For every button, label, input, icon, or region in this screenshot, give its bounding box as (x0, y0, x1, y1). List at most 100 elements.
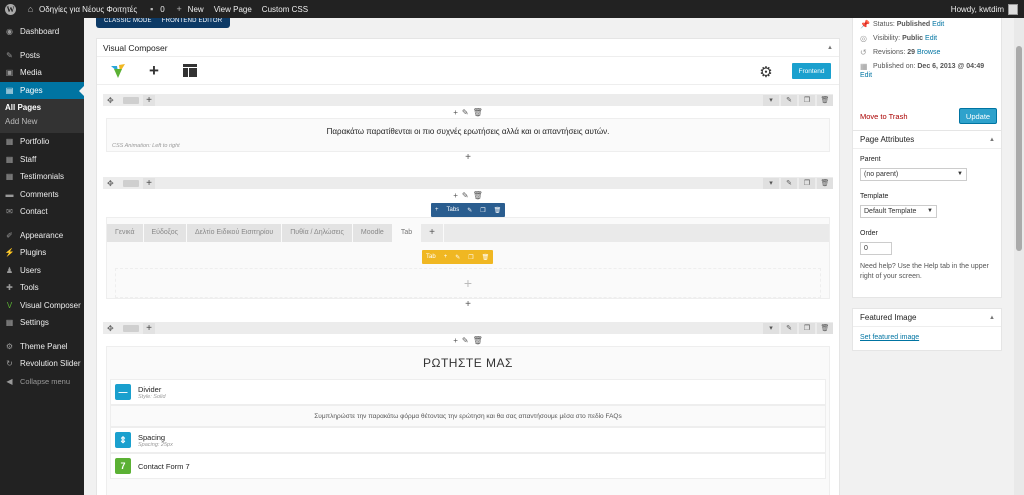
drag-handle-icon[interactable]: ✥ (107, 324, 117, 333)
menu-revolution-slider[interactable]: ↻ Revolution Slider (0, 355, 84, 373)
clone-tabs-icon[interactable]: ❐ (476, 207, 489, 214)
featured-image-header[interactable]: Featured Image ▲ (853, 309, 1001, 327)
delete-column-icon[interactable]: 🗑 (473, 336, 483, 345)
collapse-arrow-icon[interactable]: ▲ (989, 315, 995, 321)
row-toggle-icon[interactable]: ▾ (763, 177, 779, 189)
delete-row-icon[interactable]: 🗑 (817, 322, 833, 334)
ask-text-element[interactable]: Συμπληρώστε την παρακάτω φόρμα θέτοντας … (110, 405, 826, 427)
vc-logo[interactable] (105, 61, 131, 81)
menu-media[interactable]: ▣ Media (0, 64, 84, 82)
text-block-element[interactable]: Παρακάτω παρατίθενται οι πιο συχνές ερωτ… (106, 118, 830, 152)
menu-testimonials[interactable]: ▦ Testimonials (0, 168, 84, 186)
add-element-icon[interactable]: + (440, 254, 452, 260)
delete-row-icon[interactable]: 🗑 (817, 177, 833, 189)
add-element-below-icon[interactable]: + (103, 299, 833, 311)
clone-row-icon[interactable]: ❐ (799, 322, 815, 334)
update-button[interactable]: Update (959, 108, 997, 124)
view-page-link[interactable]: View Page (209, 0, 257, 18)
edit-column-icon[interactable]: ✎ (462, 191, 469, 200)
template-select[interactable]: Default Template ▼ (860, 205, 937, 218)
status-edit-link[interactable]: Edit (932, 21, 944, 28)
add-element-button[interactable]: + (141, 61, 167, 81)
row-toggle-icon[interactable]: ▾ (763, 322, 779, 334)
drag-handle-icon[interactable]: ✥ (107, 96, 117, 105)
edit-row-icon[interactable]: ✎ (781, 322, 797, 334)
account-menu[interactable]: Howdy, kwtdim (946, 0, 1024, 18)
scrollbar-thumb[interactable] (1016, 46, 1022, 251)
edit-tabs-icon[interactable]: ✎ (463, 207, 476, 214)
tab-new[interactable]: Tab (392, 224, 422, 242)
templates-button[interactable] (177, 61, 203, 81)
drag-handle-icon[interactable]: ✥ (107, 179, 117, 188)
menu-tools[interactable]: ✚ Tools (0, 279, 84, 297)
published-edit-link[interactable]: Edit (860, 72, 872, 79)
menu-appearance[interactable]: ✐ Appearance (0, 227, 84, 245)
submenu-add-new[interactable]: Add New (0, 115, 84, 129)
page-scrollbar[interactable] (1014, 18, 1024, 495)
new-content-link[interactable]: + New (170, 0, 209, 18)
tab-add-element-area[interactable]: + (115, 268, 821, 298)
add-element-below-icon[interactable]: + (103, 152, 833, 164)
menu-comments[interactable]: ▬ Comments (0, 186, 84, 204)
add-element-icon[interactable]: + (453, 108, 458, 117)
visibility-edit-link[interactable]: Edit (925, 35, 937, 42)
menu-contact[interactable]: ✉ Contact (0, 203, 84, 221)
delete-tab-icon[interactable]: 🗑 (478, 254, 494, 261)
collapse-arrow-icon[interactable]: ▲ (989, 137, 995, 143)
menu-posts[interactable]: ✎ Posts (0, 47, 84, 65)
add-tab-button[interactable]: + (421, 224, 444, 242)
menu-portfolio[interactable]: ▦ Portfolio (0, 133, 84, 151)
edit-column-icon[interactable]: ✎ (462, 336, 469, 345)
menu-theme-panel[interactable]: ⚙ Theme Panel (0, 338, 84, 356)
site-name-link[interactable]: ⌂ Οδηγίες για Νέους Φοιτητές (21, 0, 142, 18)
wp-logo-menu[interactable]: W (0, 0, 21, 18)
add-tab-icon[interactable]: + (431, 207, 443, 213)
comments-link[interactable]: ▪ 0 (142, 0, 169, 18)
frontend-editor-button[interactable]: FRONTEND EDITOR (157, 18, 228, 24)
add-element-icon[interactable]: + (453, 336, 458, 345)
edit-row-icon[interactable]: ✎ (781, 94, 797, 106)
add-column-button[interactable]: + (143, 322, 155, 334)
menu-settings[interactable]: ▦ Settings (0, 314, 84, 332)
classic-mode-button[interactable]: CLASSIC MODE (99, 18, 157, 24)
edit-tab-icon[interactable]: ✎ (451, 254, 464, 261)
set-featured-image-link[interactable]: Set featured image (853, 334, 1001, 341)
clone-row-icon[interactable]: ❐ (799, 94, 815, 106)
menu-staff[interactable]: ▦ Staff (0, 151, 84, 169)
delete-tabs-icon[interactable]: 🗑 (490, 207, 506, 214)
spacing-element[interactable]: ⇕ Spacing Spacing: 25px (110, 427, 826, 453)
custom-css-link[interactable]: Custom CSS (257, 0, 313, 18)
collapse-menu[interactable]: ◀ Collapse menu (0, 373, 84, 391)
delete-column-icon[interactable]: 🗑 (473, 191, 483, 200)
ask-title[interactable]: ΡΩΤΗΣΤΕ ΜΑΣ (107, 347, 829, 379)
delete-row-icon[interactable]: 🗑 (817, 94, 833, 106)
settings-button[interactable]: ⚙ (753, 62, 779, 82)
tab-eudoxus[interactable]: Εύδοξος (143, 224, 187, 242)
frontend-button[interactable]: Frontend (792, 63, 831, 79)
tab-student-pass[interactable]: Δελτίο Ειδικού Εισιτηρίου (187, 224, 283, 242)
tab-pythia[interactable]: Πυθία / Δηλώσεις (282, 224, 353, 242)
clone-row-icon[interactable]: ❐ (799, 177, 815, 189)
menu-visual-composer[interactable]: V Visual Composer (0, 297, 84, 315)
edit-row-icon[interactable]: ✎ (781, 177, 797, 189)
menu-users[interactable]: ♟ Users (0, 262, 84, 280)
clone-tab-icon[interactable]: ❐ (464, 254, 477, 261)
menu-plugins[interactable]: ⚡ Plugins (0, 244, 84, 262)
add-column-button[interactable]: + (143, 177, 155, 189)
row-layout-button[interactable] (123, 179, 139, 187)
menu-pages[interactable]: ▤ Pages (0, 81, 84, 99)
row-layout-button[interactable] (123, 324, 139, 332)
page-attributes-header[interactable]: Page Attributes ▲ (853, 131, 1001, 149)
menu-dashboard[interactable]: ◉ Dashboard (0, 23, 84, 41)
tab-moodle[interactable]: Moodle (352, 224, 393, 242)
add-element-icon[interactable]: + (453, 191, 458, 200)
divider-element[interactable]: — Divider Style: Solid (110, 379, 826, 405)
tab-general[interactable]: Γενικά (107, 224, 144, 242)
order-input[interactable]: 0 (860, 242, 892, 255)
contact-form-7-element[interactable]: 7 Contact Form 7 (110, 453, 826, 479)
add-column-button[interactable]: + (143, 94, 155, 106)
move-to-trash-link[interactable]: Move to Trash (860, 112, 908, 121)
row-toggle-icon[interactable]: ▾ (763, 94, 779, 106)
revisions-browse-link[interactable]: Browse (917, 49, 940, 56)
submenu-all-pages[interactable]: All Pages (0, 101, 84, 115)
